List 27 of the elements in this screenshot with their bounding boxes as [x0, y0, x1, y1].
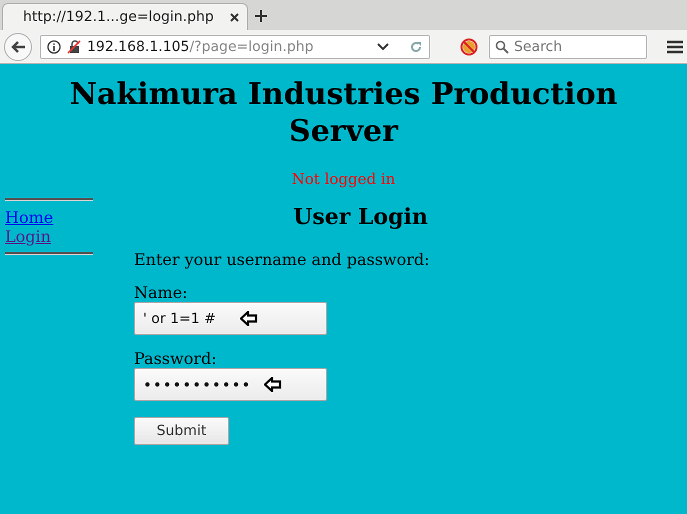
url-text: 192.168.1.105/?page=login.php [87, 38, 314, 54]
nav-link[interactable]: Home [5, 208, 93, 227]
back-button[interactable] [4, 32, 32, 60]
instructions: Enter your username and password: [134, 250, 431, 269]
address-bar[interactable]: 192.168.1.105/?page=login.php [40, 34, 430, 58]
arrow-icon [264, 377, 282, 392]
blocked-addon-icon[interactable] [460, 38, 478, 56]
menu-icon[interactable] [667, 40, 683, 54]
back-arrow-icon [10, 40, 26, 54]
dropdown-icon[interactable] [377, 42, 389, 50]
arrow-icon [240, 311, 258, 326]
password-field[interactable]: ••••••••••• [134, 368, 327, 401]
nav-link[interactable]: Login [5, 227, 93, 246]
search-field[interactable]: Search [489, 34, 647, 58]
close-icon[interactable] [230, 12, 239, 22]
section-heading: User Login [292, 204, 429, 230]
page-title: Nakimura Industries Production Server [68, 76, 618, 150]
info-icon[interactable] [47, 40, 61, 54]
login-status: Not logged in [290, 170, 396, 188]
browser-tab[interactable]: http://192.1...ge=login.php [2, 3, 248, 30]
field-label: Name: [134, 283, 189, 302]
submit-button[interactable]: Submit [134, 417, 229, 445]
plus-icon[interactable] [254, 9, 268, 23]
field-label: Password: [134, 349, 218, 368]
tab-title: http://192.1...ge=login.php [23, 9, 214, 25]
insecure-lock-icon[interactable] [67, 40, 81, 54]
name-field[interactable]: ' or 1=1 # [134, 302, 327, 335]
